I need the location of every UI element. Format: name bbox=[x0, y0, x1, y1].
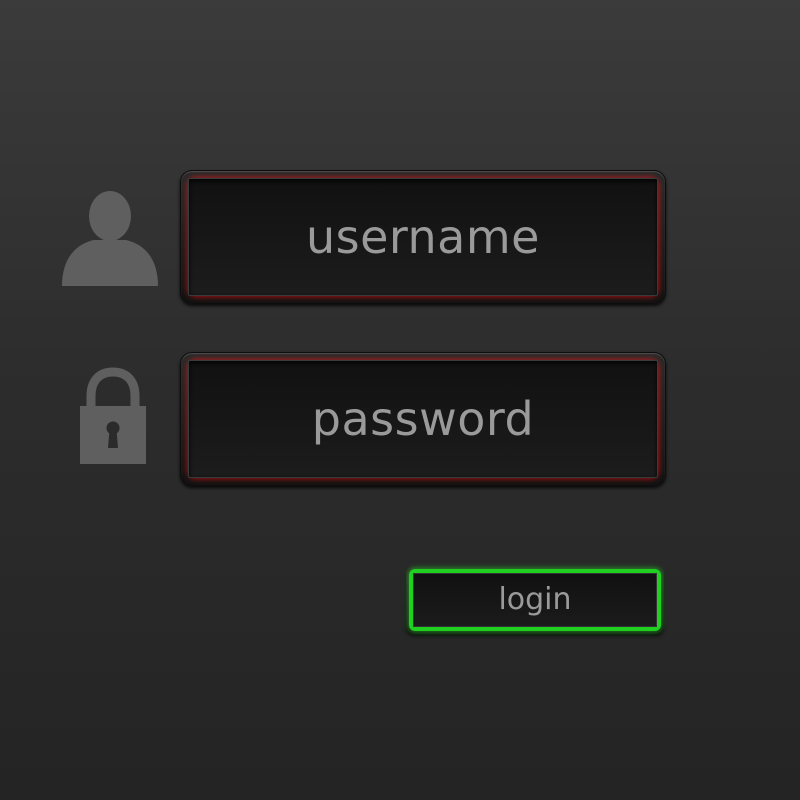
login-form: username password login bbox=[0, 0, 800, 800]
username-placeholder: username bbox=[306, 210, 540, 264]
password-input[interactable]: password bbox=[188, 360, 658, 478]
login-button[interactable]: login bbox=[406, 566, 664, 634]
login-button-face[interactable]: login bbox=[413, 573, 657, 627]
password-field[interactable]: password bbox=[180, 352, 666, 486]
login-button-label: login bbox=[498, 582, 572, 617]
user-icon bbox=[62, 191, 158, 286]
lock-icon bbox=[80, 367, 146, 464]
password-placeholder: password bbox=[311, 392, 535, 446]
username-input[interactable]: username bbox=[188, 178, 658, 296]
username-field[interactable]: username bbox=[180, 170, 666, 304]
